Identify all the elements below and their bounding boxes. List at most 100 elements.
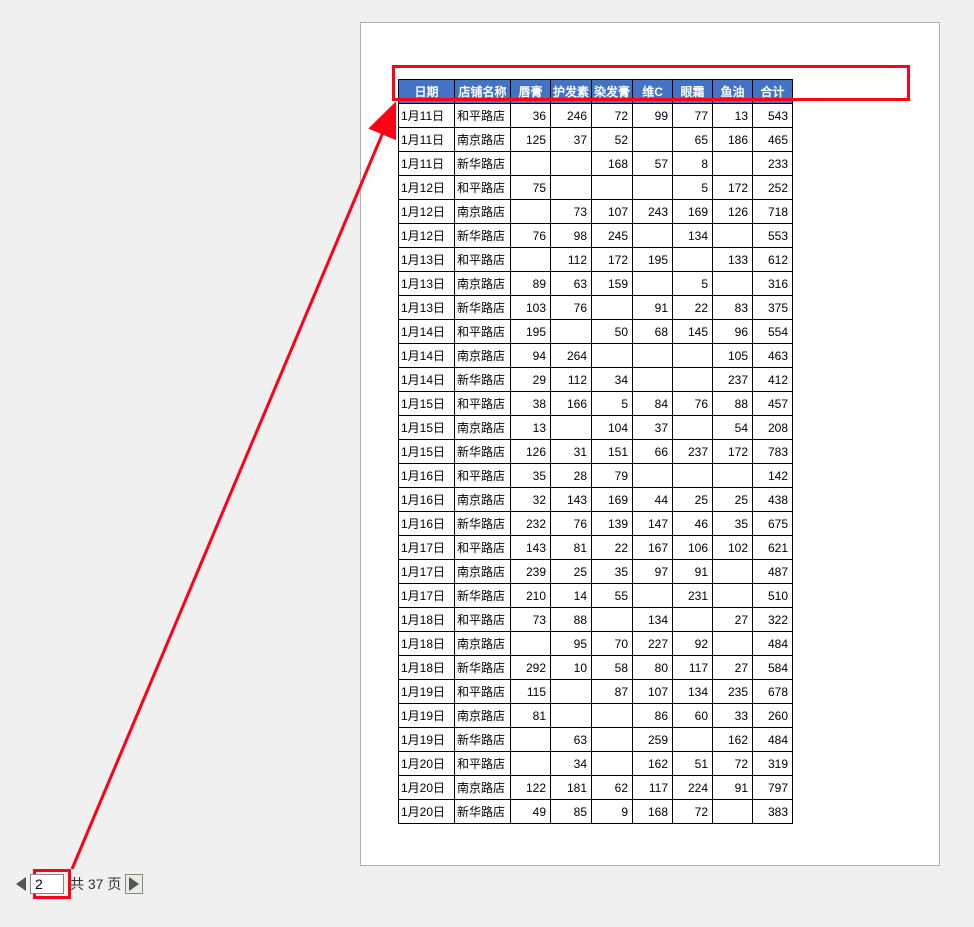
table-row: 1月13日新华路店10376912283375	[399, 296, 793, 320]
cell-date: 1月15日	[399, 416, 455, 440]
cell-value: 13	[713, 104, 753, 128]
table-row: 1月14日和平路店195506814596554	[399, 320, 793, 344]
cell-value: 169	[592, 488, 633, 512]
cell-value: 168	[633, 800, 673, 824]
prev-page-button[interactable]	[16, 877, 26, 891]
cell-value: 25	[551, 560, 592, 584]
cell-value: 91	[633, 296, 673, 320]
cell-value: 260	[753, 704, 793, 728]
cell-date: 1月20日	[399, 800, 455, 824]
cell-value	[511, 248, 551, 272]
cell-value: 107	[592, 200, 633, 224]
cell-value: 92	[673, 632, 713, 656]
cell-value: 107	[633, 680, 673, 704]
cell-value	[713, 152, 753, 176]
cell-value: 85	[551, 800, 592, 824]
cell-value	[713, 560, 753, 584]
cell-value: 81	[511, 704, 551, 728]
cell-value: 68	[633, 320, 673, 344]
cell-value: 51	[673, 752, 713, 776]
cell-date: 1月17日	[399, 536, 455, 560]
cell-value: 210	[511, 584, 551, 608]
table-row: 1月18日新华路店29210588011727584	[399, 656, 793, 680]
cell-value: 553	[753, 224, 793, 248]
cell-value: 292	[511, 656, 551, 680]
cell-value: 27	[713, 656, 753, 680]
table-row: 1月13日南京路店89631595316	[399, 272, 793, 296]
page-number-input[interactable]	[30, 874, 64, 894]
cell-value: 797	[753, 776, 793, 800]
cell-value	[713, 272, 753, 296]
cell-shop: 和平路店	[455, 464, 511, 488]
table-row: 1月15日新华路店1263115166237172783	[399, 440, 793, 464]
cell-value: 151	[592, 440, 633, 464]
cell-value: 195	[633, 248, 673, 272]
cell-value	[592, 344, 633, 368]
cell-value: 246	[551, 104, 592, 128]
cell-value	[551, 320, 592, 344]
table-row: 1月17日新华路店2101455231510	[399, 584, 793, 608]
print-page: 日期店铺名称唇膏护发素染发膏维C眼霜鱼油合计 1月11日和平路店36246729…	[360, 22, 940, 866]
cell-date: 1月14日	[399, 320, 455, 344]
cell-date: 1月18日	[399, 656, 455, 680]
cell-value: 134	[673, 224, 713, 248]
cell-shop: 和平路店	[455, 536, 511, 560]
table-row: 1月13日和平路店112172195133612	[399, 248, 793, 272]
cell-value: 383	[753, 800, 793, 824]
col-header: 维C	[633, 80, 673, 104]
col-header: 合计	[753, 80, 793, 104]
cell-value: 91	[673, 560, 713, 584]
cell-date: 1月15日	[399, 440, 455, 464]
cell-value	[551, 176, 592, 200]
cell-value: 95	[551, 632, 592, 656]
cell-value: 463	[753, 344, 793, 368]
cell-value: 28	[551, 464, 592, 488]
cell-value	[713, 632, 753, 656]
cell-value: 487	[753, 560, 793, 584]
cell-value	[592, 608, 633, 632]
cell-value	[633, 344, 673, 368]
data-table-wrap: 日期店铺名称唇膏护发素染发膏维C眼霜鱼油合计 1月11日和平路店36246729…	[398, 79, 793, 824]
cell-value: 70	[592, 632, 633, 656]
cell-value: 75	[511, 176, 551, 200]
cell-value	[592, 704, 633, 728]
cell-shop: 南京路店	[455, 344, 511, 368]
cell-value: 5	[592, 392, 633, 416]
cell-value: 231	[673, 584, 713, 608]
cell-shop: 南京路店	[455, 632, 511, 656]
table-row: 1月20日南京路店1221816211722491797	[399, 776, 793, 800]
cell-value	[592, 752, 633, 776]
cell-value: 9	[592, 800, 633, 824]
table-row: 1月20日和平路店341625172319	[399, 752, 793, 776]
cell-value: 80	[633, 656, 673, 680]
cell-shop: 南京路店	[455, 776, 511, 800]
cell-value: 83	[713, 296, 753, 320]
cell-value: 86	[633, 704, 673, 728]
cell-value	[511, 752, 551, 776]
cell-value: 162	[633, 752, 673, 776]
cell-shop: 新华路店	[455, 224, 511, 248]
cell-value	[551, 416, 592, 440]
next-page-button[interactable]	[125, 874, 143, 894]
cell-date: 1月19日	[399, 704, 455, 728]
cell-value	[633, 464, 673, 488]
cell-shop: 南京路店	[455, 416, 511, 440]
cell-value: 46	[673, 512, 713, 536]
cell-value: 57	[633, 152, 673, 176]
cell-shop: 和平路店	[455, 608, 511, 632]
cell-value	[633, 128, 673, 152]
cell-value	[511, 632, 551, 656]
cell-value: 8	[673, 152, 713, 176]
pager: 共 37 页	[16, 874, 143, 894]
cell-value: 134	[673, 680, 713, 704]
cell-shop: 新华路店	[455, 296, 511, 320]
table-row: 1月15日南京路店131043754208	[399, 416, 793, 440]
cell-value: 96	[713, 320, 753, 344]
cell-value: 117	[633, 776, 673, 800]
cell-value: 543	[753, 104, 793, 128]
cell-shop: 南京路店	[455, 200, 511, 224]
cell-date: 1月11日	[399, 152, 455, 176]
table-row: 1月11日新华路店168578233	[399, 152, 793, 176]
cell-value: 227	[633, 632, 673, 656]
cell-value: 133	[713, 248, 753, 272]
